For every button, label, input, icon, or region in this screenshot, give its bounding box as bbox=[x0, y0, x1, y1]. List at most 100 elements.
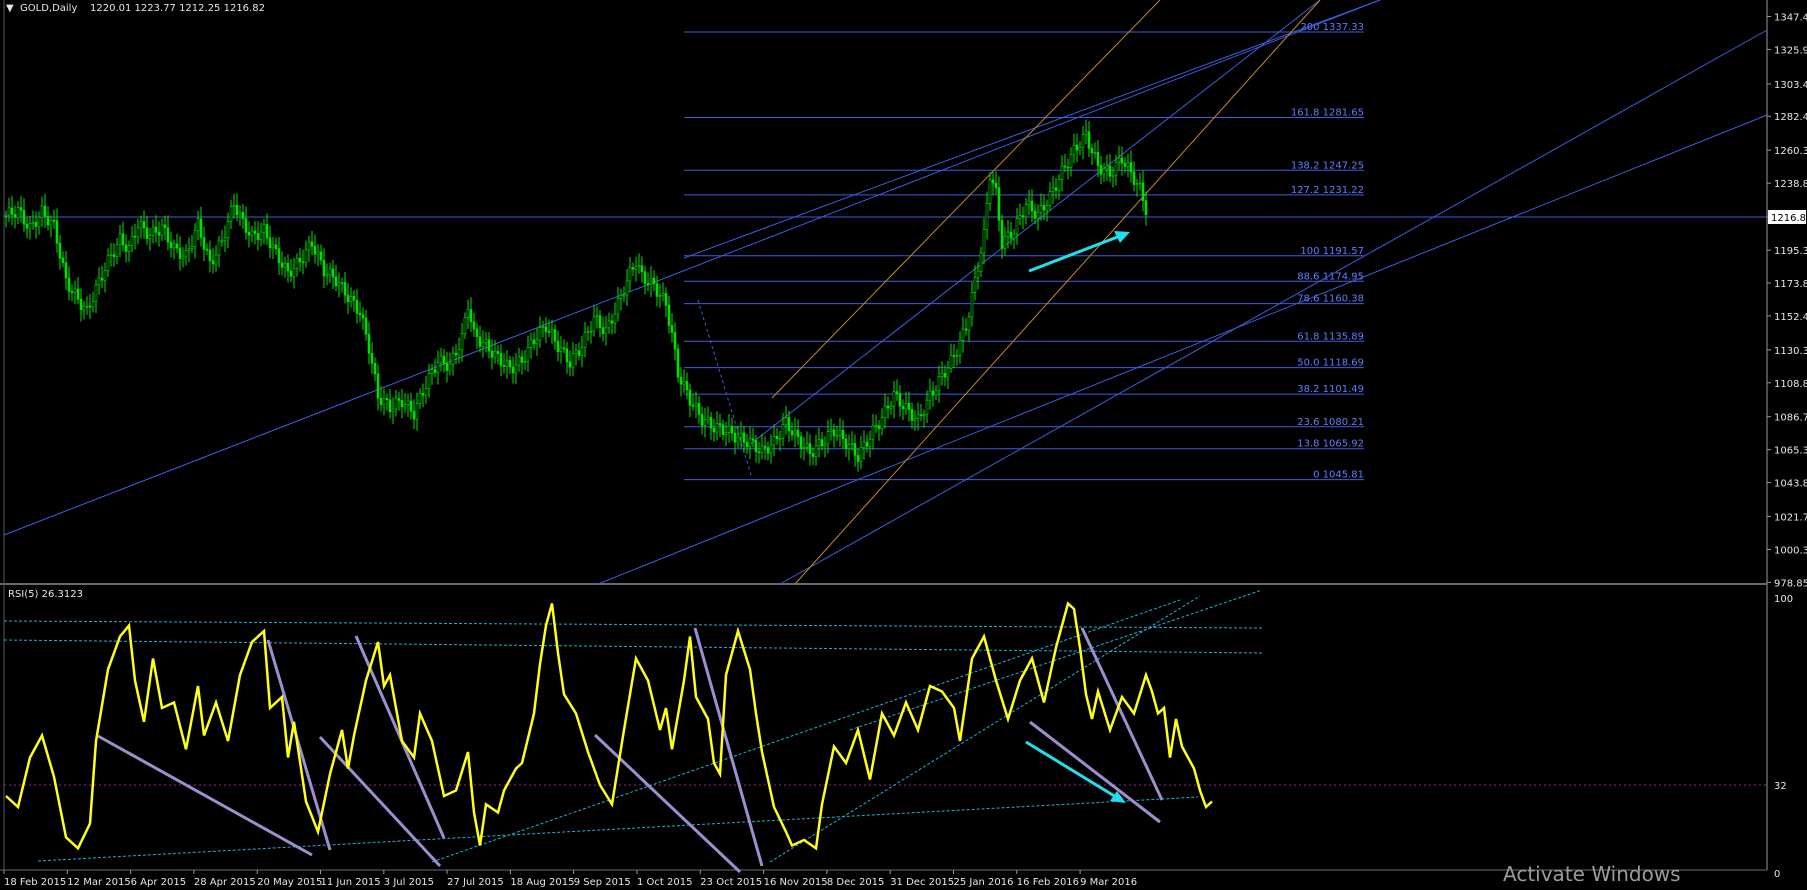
candle-body bbox=[118, 233, 122, 246]
candle-body bbox=[748, 438, 752, 447]
candle-body bbox=[784, 417, 788, 425]
candle-body bbox=[364, 317, 368, 335]
candle-body bbox=[238, 212, 242, 216]
date-tick-label: 16 Feb 2016 bbox=[1017, 877, 1079, 888]
candle-body bbox=[853, 443, 857, 456]
candle-body bbox=[1078, 147, 1082, 151]
candle-body bbox=[73, 288, 77, 293]
candle-body bbox=[358, 312, 362, 315]
candle-body bbox=[352, 296, 356, 301]
candle-body bbox=[751, 438, 755, 441]
candle-body bbox=[841, 429, 845, 440]
candle-body bbox=[907, 402, 911, 410]
candle-body bbox=[124, 244, 128, 252]
candle-body bbox=[487, 339, 491, 352]
rsi-tick-label: 100 bbox=[1774, 594, 1793, 605]
candle-body bbox=[43, 205, 47, 217]
price-tick-label: 1238.85 bbox=[1774, 179, 1807, 190]
candle-body bbox=[889, 405, 893, 409]
candle-body bbox=[799, 436, 803, 449]
candle-body bbox=[778, 437, 782, 440]
candle-body bbox=[1126, 162, 1130, 167]
candle-body bbox=[130, 235, 134, 246]
candle-body bbox=[1063, 165, 1067, 168]
rsi-tick-label: 0 bbox=[1774, 869, 1780, 880]
candle-body bbox=[1024, 204, 1028, 218]
candle-body bbox=[322, 259, 326, 277]
candle-body bbox=[187, 248, 191, 251]
candle-body bbox=[604, 327, 608, 334]
candle-body bbox=[1123, 163, 1127, 167]
candle-body bbox=[556, 340, 560, 353]
candle-body bbox=[652, 277, 656, 284]
date-tick-label: 1 Oct 2015 bbox=[637, 877, 692, 888]
fib-level-label: 38.2 1101.49 bbox=[1297, 384, 1364, 395]
candle-body bbox=[1048, 191, 1052, 206]
candle-body bbox=[808, 443, 812, 454]
candle-body bbox=[1108, 165, 1112, 177]
candle-body bbox=[697, 403, 701, 415]
candle-body bbox=[1081, 134, 1085, 149]
candle-body bbox=[754, 439, 758, 453]
candle-body bbox=[658, 295, 662, 297]
candle-body bbox=[535, 339, 539, 345]
candle-body bbox=[508, 360, 512, 368]
ohlc-values: 1220.01 1223.77 1212.25 1216.82 bbox=[90, 3, 265, 14]
candle-body bbox=[61, 257, 65, 263]
date-tick-label: 9 Mar 2016 bbox=[1080, 877, 1137, 888]
candle-body bbox=[568, 361, 572, 368]
watermark: Activate Windows bbox=[1503, 862, 1681, 886]
candle-body bbox=[934, 390, 938, 396]
candle-body bbox=[1066, 166, 1070, 169]
candle-body bbox=[820, 439, 824, 447]
candle-body bbox=[283, 263, 287, 268]
candle-body bbox=[1003, 235, 1007, 249]
candle-body bbox=[649, 277, 653, 286]
candle-body bbox=[46, 215, 50, 226]
price-tick-label: 1303.45 bbox=[1774, 80, 1807, 91]
candle-body bbox=[757, 451, 761, 454]
fib-level-label: 13.8 1065.92 bbox=[1297, 439, 1364, 450]
candle-body bbox=[472, 321, 476, 330]
candle-body bbox=[127, 245, 131, 252]
menu-triangle-icon[interactable]: ▼ bbox=[6, 3, 14, 14]
candle-body bbox=[397, 398, 401, 401]
candle-body bbox=[91, 301, 95, 308]
candle-body bbox=[1141, 182, 1145, 202]
candle-body bbox=[637, 265, 641, 268]
candle-body bbox=[1012, 233, 1016, 239]
candle-body bbox=[256, 233, 260, 240]
candle-body bbox=[628, 267, 632, 282]
candle-body bbox=[424, 388, 428, 396]
candle-body bbox=[847, 444, 851, 449]
candle-body bbox=[1117, 157, 1121, 163]
candle-body bbox=[334, 276, 338, 287]
date-tick-label: 23 Oct 2015 bbox=[700, 877, 762, 888]
candle-body bbox=[394, 398, 398, 410]
candle-body bbox=[1120, 157, 1124, 164]
candle-body bbox=[904, 402, 908, 410]
candle-body bbox=[991, 179, 995, 184]
candle-body bbox=[367, 333, 371, 354]
candle-body bbox=[445, 363, 449, 371]
candle-body bbox=[856, 455, 860, 462]
candle-body bbox=[877, 425, 881, 429]
candle-body bbox=[874, 425, 878, 427]
candle-body bbox=[439, 355, 443, 363]
candle-body bbox=[772, 436, 776, 446]
candle-body bbox=[742, 432, 746, 443]
candle-body bbox=[355, 299, 359, 314]
candle-body bbox=[19, 207, 23, 211]
candle-body bbox=[373, 362, 377, 375]
date-tick-label: 18 Feb 2015 bbox=[4, 877, 66, 888]
candle-body bbox=[484, 339, 488, 343]
candle-body bbox=[163, 224, 167, 228]
candle-body bbox=[172, 243, 176, 249]
candle-body bbox=[451, 352, 455, 365]
candle-body bbox=[763, 445, 767, 448]
candle-body bbox=[205, 248, 209, 251]
candle-body bbox=[148, 235, 152, 239]
candle-body bbox=[541, 326, 545, 328]
candle-body bbox=[619, 294, 623, 299]
candle-body bbox=[685, 381, 689, 391]
